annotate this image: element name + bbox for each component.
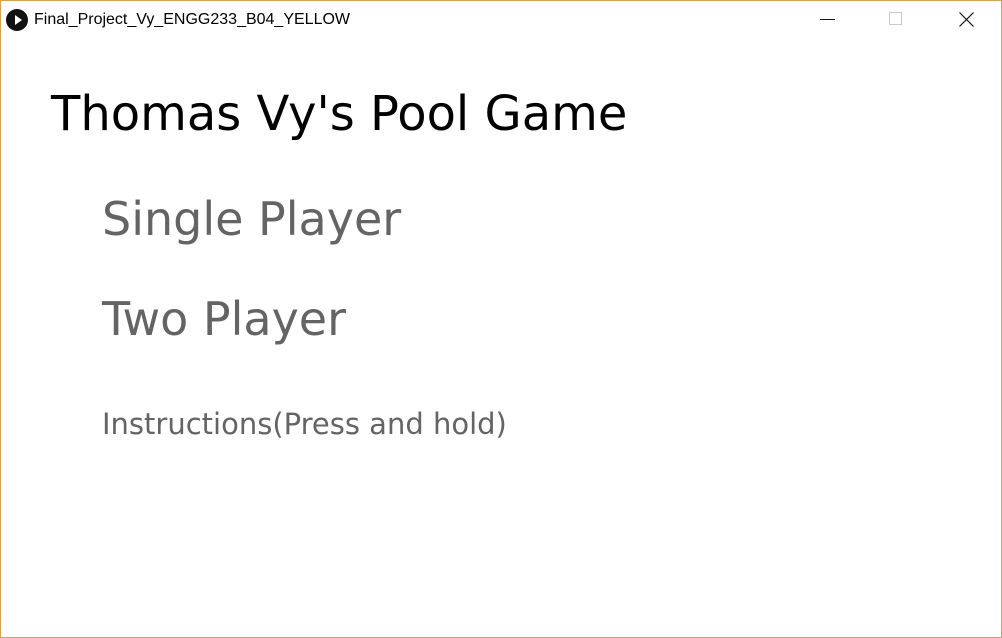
minimize-button[interactable] xyxy=(804,1,850,38)
maximize-icon xyxy=(889,12,902,25)
close-button[interactable] xyxy=(943,1,989,38)
minimize-icon xyxy=(820,19,835,20)
maximize-button[interactable] xyxy=(873,1,919,38)
app-window: Final_Project_Vy_ENGG233_B04_YELLOW Thom… xyxy=(0,0,1002,638)
single-player-option[interactable]: Single Player xyxy=(102,196,401,242)
game-title: Thomas Vy's Pool Game xyxy=(51,86,628,142)
window-title: Final_Project_Vy_ENGG233_B04_YELLOW xyxy=(34,11,351,28)
instructions-option[interactable]: Instructions(Press and hold) xyxy=(102,410,507,439)
two-player-option[interactable]: Two Player xyxy=(102,296,346,342)
play-circle-icon[interactable] xyxy=(6,9,28,31)
close-icon xyxy=(959,12,974,27)
game-canvas[interactable]: Thomas Vy's Pool Game Single Player Two … xyxy=(1,38,1001,637)
title-bar[interactable]: Final_Project_Vy_ENGG233_B04_YELLOW xyxy=(1,1,1001,38)
